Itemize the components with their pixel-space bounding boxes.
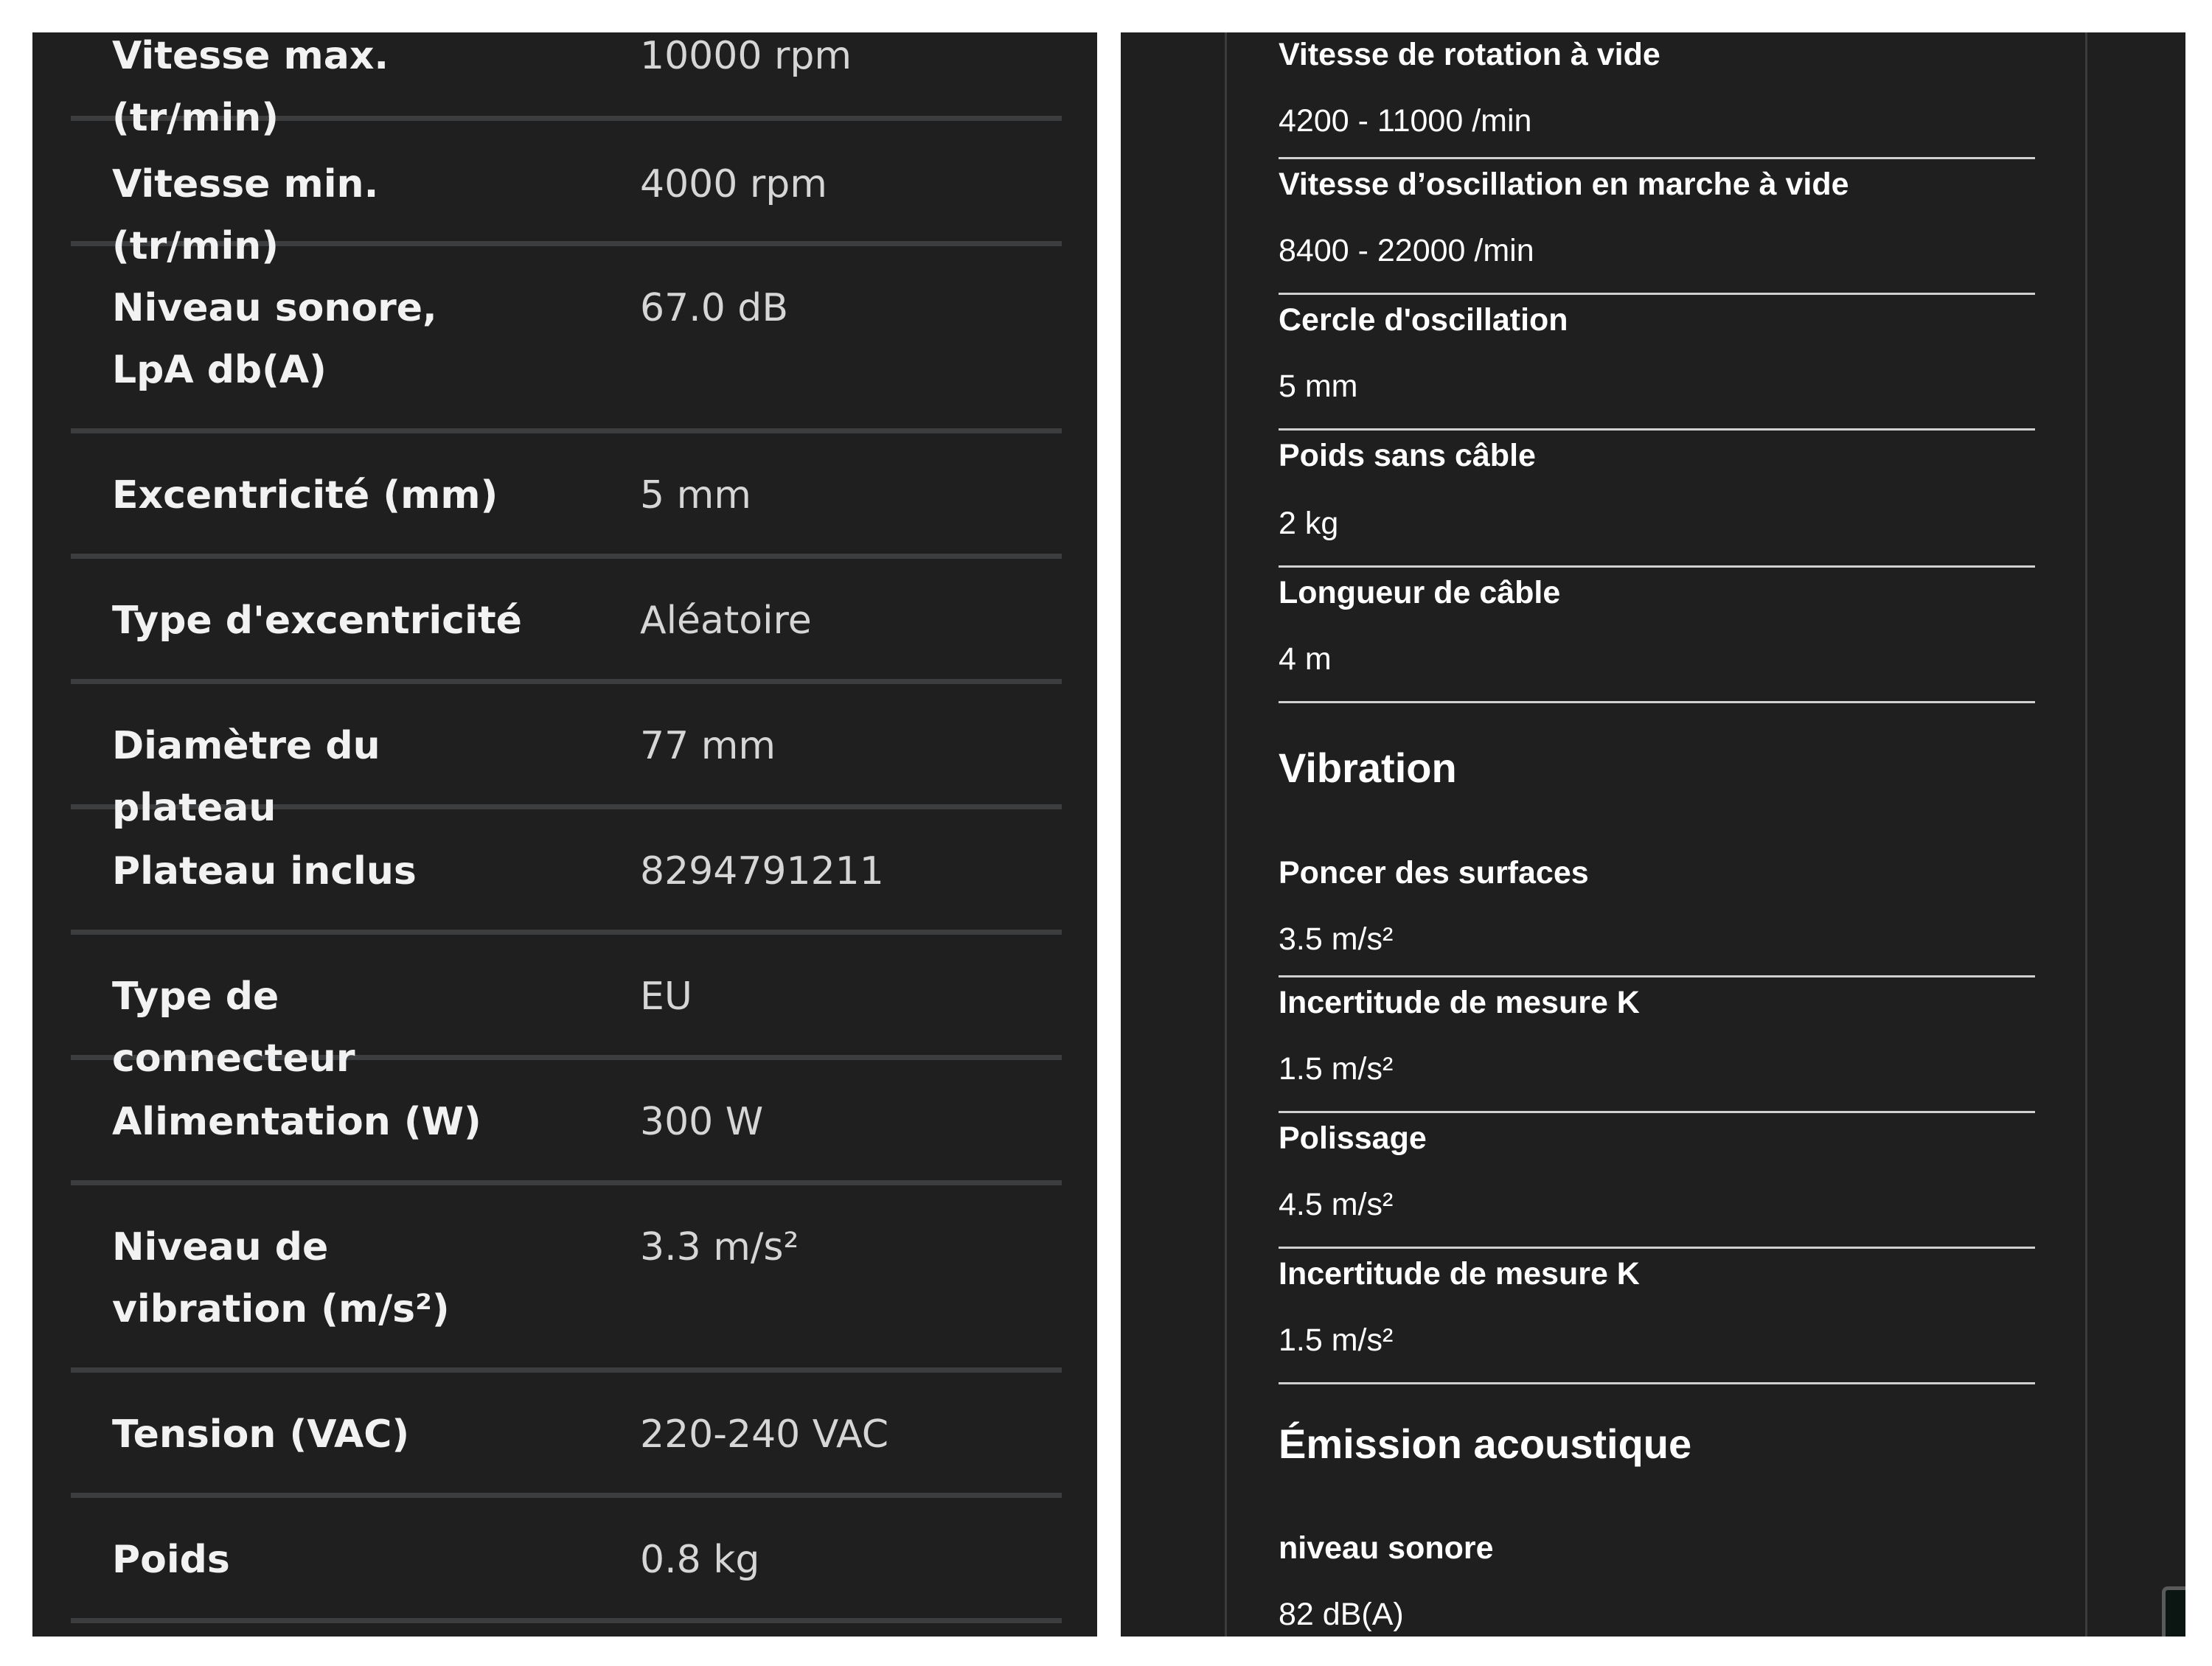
spec-value: 5 mm [640, 473, 751, 517]
spec-row: Type de connecteur EU [71, 935, 1062, 1081]
spec-value: 67.0 dB [640, 286, 788, 330]
column-divider [1225, 32, 1227, 1637]
spec-row: niveau sonore 82 dB(A) [1279, 1526, 2035, 1637]
column-divider [2085, 32, 2087, 1637]
spec-row: Incertitude de mesure K 1.5 m/s² [1279, 977, 2035, 1113]
spec-label: Incertitude de mesure K [1279, 985, 1640, 1020]
section-heading-acoustic: Émission acoustique [1279, 1421, 1692, 1467]
spec-value: 0.8 kg [640, 1538, 760, 1582]
spec-row: Excentricité (mm) 5 mm [71, 433, 1062, 559]
spec-label: Cercle d'oscillation [1279, 302, 1568, 338]
spec-row: Vitesse d’oscillation en marche à vide 8… [1279, 159, 2035, 295]
spec-value: 8294791211 [640, 849, 884, 893]
spec-row: Type d'excentricité Aléatoire [71, 559, 1062, 684]
spec-value: 5 mm [1279, 369, 1358, 404]
spec-value: EU [640, 975, 692, 1019]
spec-row: Alimentation (W) 300 W [71, 1060, 1062, 1185]
spec-row: Polissage 4.5 m/s² [1279, 1113, 2035, 1249]
spec-row: Vitesse de rotation à vide 4200 - 11000 … [1279, 32, 2035, 159]
spec-label: Niveau de vibration (m/s²) [112, 1225, 450, 1331]
spec-label: Incertitude de mesure K [1279, 1256, 1640, 1292]
spec-label: Longueur de câble [1279, 575, 1561, 610]
spec-value: 4 m [1279, 641, 1332, 677]
spec-row: Poids sans câble 2 kg [1279, 431, 2035, 568]
spec-row: Poids 0.8 kg [71, 1498, 1062, 1623]
spec-label: Polissage [1279, 1120, 1427, 1156]
spec-value: 10000 rpm [640, 34, 852, 78]
spec-label: Vitesse de rotation à vide [1279, 37, 1660, 72]
spec-label: Alimentation (W) [112, 1100, 481, 1144]
spec-row: Niveau de vibration (m/s²) 3.3 m/s² [71, 1185, 1062, 1373]
spec-value: 2 kg [1279, 506, 1339, 541]
spec-label: Type d'excentricité [112, 599, 522, 643]
spec-label: niveau sonore [1279, 1530, 1494, 1566]
spec-label: Poncer des surfaces [1279, 855, 1589, 890]
spec-label: Poids sans câble [1279, 438, 1536, 473]
spec-row: Vitesse max. (tr/min) 10000 rpm [71, 32, 1062, 140]
spec-value: 4200 - 11000 /min [1279, 103, 1532, 139]
scroll-to-top-button[interactable] [2162, 1586, 2185, 1637]
spec-value: 1.5 m/s² [1279, 1322, 1394, 1358]
spec-value: 8400 - 22000 /min [1279, 233, 1534, 268]
spec-row: Tension (VAC) 220-240 VAC [71, 1373, 1062, 1498]
left-spec-panel: Vitesse max. (tr/min) 10000 rpm Vitesse … [32, 32, 1097, 1637]
spec-row: Poncer des surfaces 3.5 m/s² [1279, 851, 2035, 977]
spec-row: Niveau sonore, LpA db(A) 67.0 dB [71, 246, 1062, 433]
spec-value: 82 dB(A) [1279, 1597, 1404, 1632]
spec-row: Incertitude de mesure K 1.5 m/s² [1279, 1249, 2035, 1384]
spec-value: Aléatoire [640, 599, 812, 643]
spec-value: 77 mm [640, 724, 776, 768]
spec-label: Excentricité (mm) [112, 473, 498, 517]
spec-row: Vitesse min. (tr/min) 4000 rpm [71, 121, 1062, 268]
spec-value: 1.5 m/s² [1279, 1051, 1394, 1087]
spec-value: 300 W [640, 1100, 764, 1144]
spec-value: 3.5 m/s² [1279, 921, 1394, 957]
spec-value: 4.5 m/s² [1279, 1187, 1394, 1222]
spec-value: 4000 rpm [640, 162, 827, 206]
right-spec-panel: Vitesse de rotation à vide 4200 - 11000 … [1121, 32, 2185, 1637]
spec-row: Longueur de câble 4 m [1279, 568, 2035, 703]
spec-label: Poids [112, 1538, 230, 1582]
spec-value: 220-240 VAC [640, 1412, 889, 1457]
spec-label: Tension (VAC) [112, 1412, 410, 1457]
page-background [1032, 1637, 1158, 1666]
spec-row: Cercle d'oscillation 5 mm [1279, 295, 2035, 431]
spec-label: Plateau inclus [112, 849, 417, 893]
spec-label: Niveau sonore, LpA db(A) [112, 286, 437, 392]
spec-row: Plateau inclus 8294791211 [71, 809, 1062, 935]
spec-label: Vitesse d’oscillation en marche à vide [1279, 167, 1849, 202]
spec-value: 3.3 m/s² [640, 1225, 799, 1269]
section-heading-vibration: Vibration [1279, 745, 1457, 791]
spec-row: Diamètre du plateau 77 mm [71, 684, 1062, 830]
